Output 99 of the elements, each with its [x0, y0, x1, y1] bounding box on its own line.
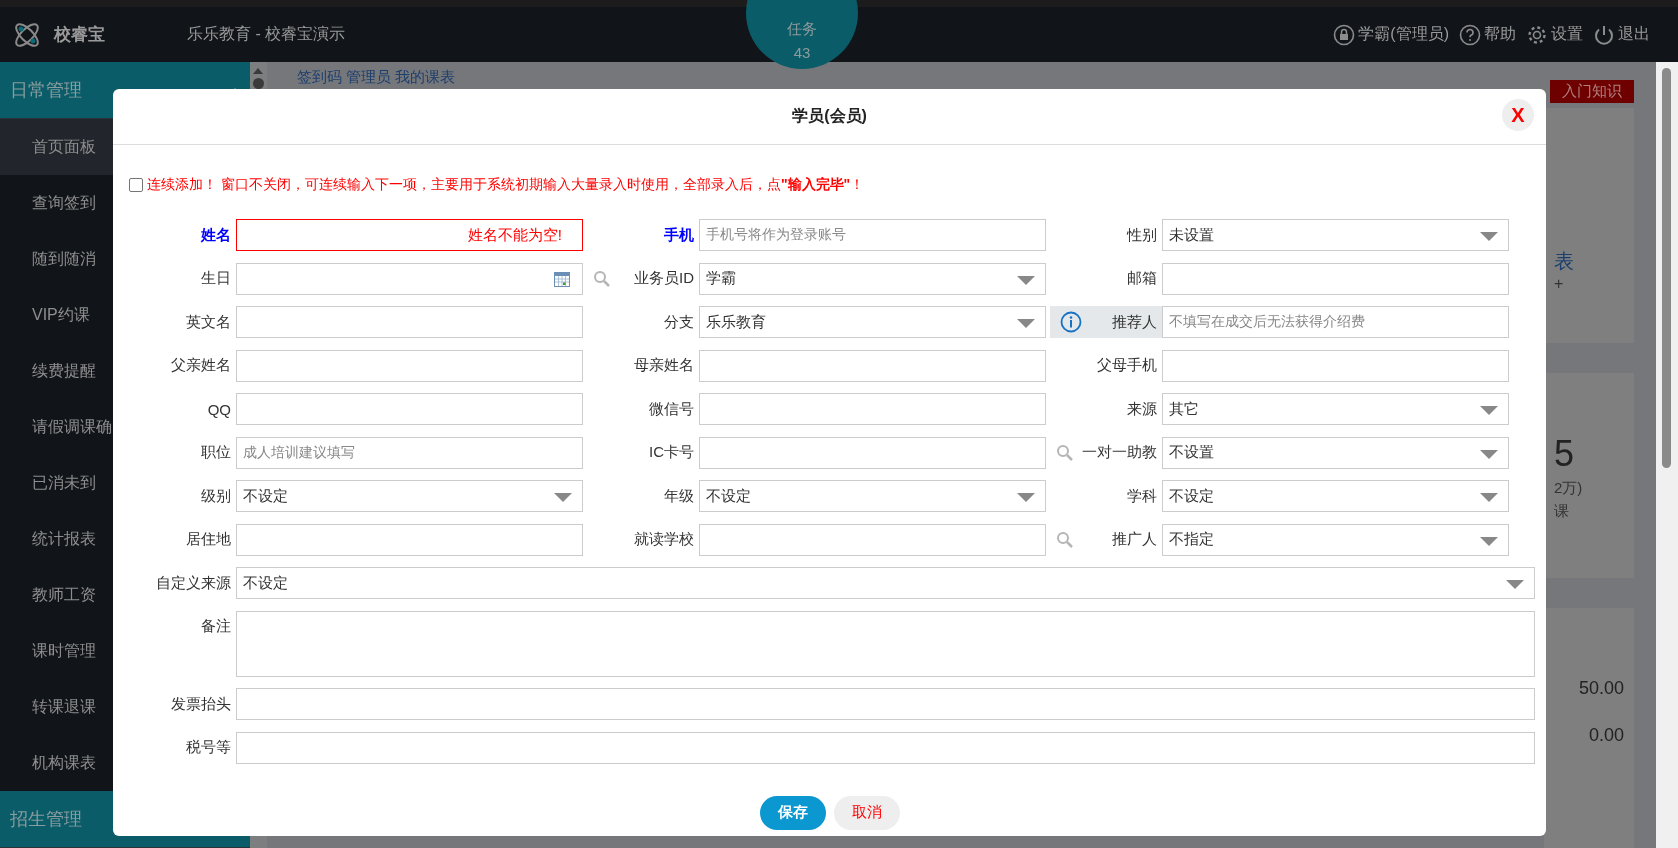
lock-icon — [1333, 23, 1356, 46]
select-field[interactable]: 不设定 — [1162, 480, 1509, 512]
input-field[interactable] — [1162, 349, 1509, 382]
group-label: 招生管理 — [10, 808, 82, 831]
calendar-icon[interactable] — [554, 270, 570, 287]
help-icon — [1459, 23, 1481, 46]
intro-button[interactable]: 入门知识 — [1550, 80, 1634, 103]
input-field[interactable] — [236, 349, 583, 382]
input-field[interactable] — [236, 731, 1535, 764]
input-field[interactable] — [236, 688, 1535, 720]
field-label: 性别 — [1127, 225, 1157, 245]
field-label: 母亲姓名 — [634, 356, 694, 375]
info-icon[interactable] — [1060, 311, 1082, 333]
input-field[interactable] — [699, 349, 1046, 382]
group-label: 日常管理 — [10, 79, 82, 102]
field-label: 手机 — [664, 225, 694, 245]
field-label: 年级 — [664, 486, 694, 506]
input-field[interactable] — [699, 436, 1046, 469]
error-message: 姓名不能为空! — [467, 225, 563, 245]
caret-icon — [1480, 406, 1498, 415]
input-field[interactable] — [699, 393, 1046, 425]
date-field[interactable] — [236, 262, 583, 295]
select-field[interactable]: 不设定 — [236, 480, 583, 512]
input-field[interactable] — [699, 523, 1046, 556]
cancel-button[interactable]: 取消 — [833, 795, 900, 830]
field-label: IC卡号 — [649, 443, 694, 462]
dialog-title: 学员(会员) — [792, 106, 867, 126]
caret-icon — [1017, 319, 1035, 328]
top-action-link[interactable]: 退出 — [1593, 23, 1650, 46]
caret-icon — [1506, 580, 1524, 589]
field-label: QQ — [207, 400, 231, 418]
caret-icon — [554, 493, 572, 502]
top-action-link[interactable]: 帮助 — [1459, 23, 1516, 46]
input-field[interactable]: 不填写在成交后无法获得介绍费 — [1162, 306, 1509, 338]
input-field[interactable]: 手机号将作为登录账号 — [699, 219, 1046, 251]
input-field[interactable]: 姓名不能为空! — [236, 219, 583, 251]
field-label: 英文名 — [186, 312, 231, 332]
checkbox[interactable] — [129, 178, 143, 192]
caret-icon — [1480, 232, 1498, 241]
app-logo[interactable]: 校睿宝 — [54, 23, 105, 46]
card-text: 5 — [1554, 433, 1575, 475]
field-label: 级别 — [201, 486, 231, 506]
caret-icon — [1480, 536, 1498, 546]
select-field[interactable]: 不指定 — [1162, 523, 1509, 556]
page-scrollbar[interactable] — [1656, 62, 1678, 848]
caret-icon — [1017, 275, 1035, 285]
field-label: 业务员ID — [634, 269, 694, 288]
search-icon[interactable] — [1056, 530, 1074, 549]
field-label: 推荐人 — [1112, 312, 1157, 332]
field-label: 父亲姓名 — [171, 356, 231, 375]
caret-icon — [1480, 493, 1498, 502]
select-field[interactable]: 乐乐教育 — [699, 306, 1046, 338]
card-text: + — [1554, 275, 1564, 293]
field-label: 来源 — [1127, 399, 1157, 419]
field-label: 学科 — [1127, 486, 1157, 506]
field-label: 就读学校 — [634, 530, 694, 549]
card-text: 0.00 — [1588, 725, 1624, 746]
input-field[interactable] — [236, 393, 583, 425]
field-label: 父母手机 — [1097, 356, 1157, 375]
card-text: 课 — [1554, 502, 1569, 521]
field-label: 姓名 — [201, 225, 231, 245]
select-field[interactable]: 不设置 — [1162, 436, 1509, 469]
search-icon[interactable] — [593, 269, 611, 288]
save-button[interactable]: 保存 — [759, 795, 826, 830]
field-label: 一对一助教 — [1082, 443, 1157, 462]
card-text: 50.00 — [1578, 678, 1624, 699]
notes-field[interactable] — [236, 610, 1535, 677]
field-label: 生日 — [201, 269, 231, 288]
field-label: 居住地 — [186, 530, 231, 549]
field-label: 税号等 — [186, 738, 231, 757]
input-field[interactable]: 成人培训建议填写 — [236, 436, 583, 469]
select-field[interactable]: 不设定 — [699, 480, 1046, 512]
field-label: 微信号 — [649, 399, 694, 419]
field-label: 分支 — [664, 312, 694, 332]
field-label: 职位 — [201, 443, 231, 462]
field-label: 推广人 — [1112, 530, 1157, 549]
continuous-add-notice: 连续添加！ 窗口不关闭，可连续输入下一项，主要用于系统初期输入大量录入时使用，全部录入后，点"输入完毕"！ — [147, 176, 865, 194]
input-field[interactable] — [236, 523, 583, 556]
select-field[interactable]: 未设置 — [1162, 219, 1509, 251]
top-action-link[interactable]: 学霸(管理员) — [1333, 23, 1449, 46]
select-field[interactable]: 学霸 — [699, 262, 1046, 295]
caret-icon — [1480, 449, 1498, 459]
field-label: 邮箱 — [1127, 269, 1157, 288]
top-action-link[interactable]: 设置 — [1526, 23, 1583, 46]
power-icon — [1593, 23, 1615, 46]
search-icon[interactable] — [1056, 443, 1074, 462]
field-label: 发票抬头 — [171, 694, 231, 714]
close-button[interactable]: X — [1502, 99, 1534, 131]
card-text: 表 — [1554, 249, 1574, 274]
card-text: 2万) — [1554, 479, 1583, 498]
select-field[interactable]: 不设定 — [236, 567, 1535, 599]
org-title: 乐乐教育 - 校睿宝演示 — [187, 24, 346, 44]
input-field[interactable] — [1162, 262, 1509, 295]
input-field[interactable] — [236, 306, 583, 338]
settings-icon — [1526, 23, 1548, 46]
field-label: 自定义来源 — [156, 573, 231, 593]
select-field[interactable]: 其它 — [1162, 393, 1509, 425]
field-label: 备注 — [201, 617, 231, 636]
caret-icon — [1017, 493, 1035, 502]
